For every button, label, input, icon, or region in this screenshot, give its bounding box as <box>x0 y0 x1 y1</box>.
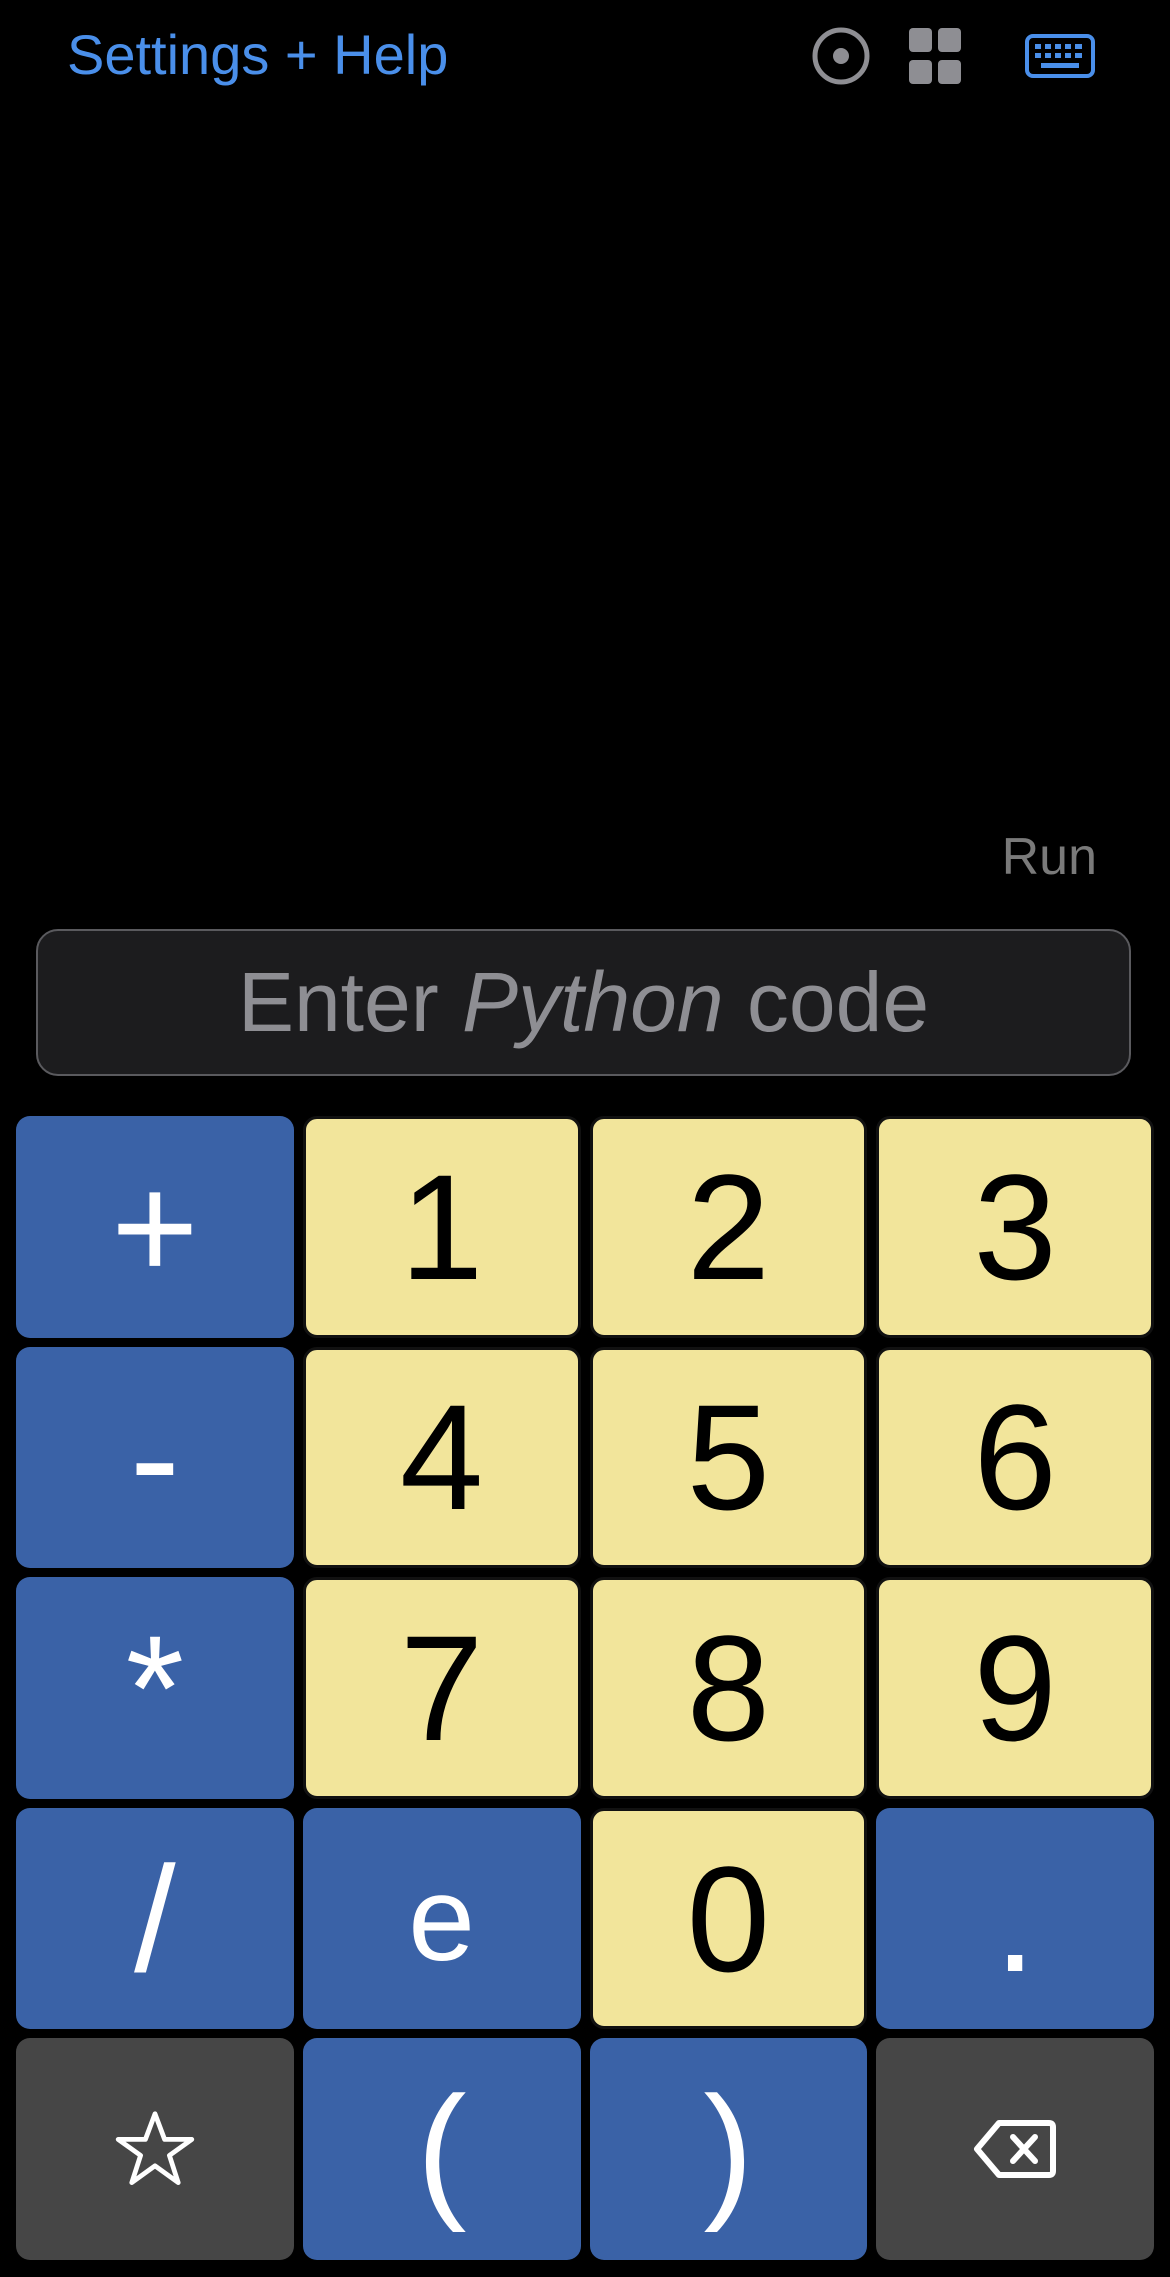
digit-7-key[interactable]: 7 <box>302 1577 581 1799</box>
minus-key[interactable]: - <box>16 1346 294 1569</box>
digit-3-key[interactable]: 3 <box>876 1116 1154 1338</box>
e-key[interactable]: e <box>302 1807 581 2030</box>
close-paren-key[interactable]: ) <box>589 2038 868 2260</box>
top-bar: Settings + Help <box>0 0 1170 110</box>
divide-key[interactable]: / <box>16 1807 294 2030</box>
calculator-screen: Settings + Help Run Enter Python code + … <box>0 0 1170 2277</box>
placeholder-prefix: Enter <box>237 955 463 1049</box>
digit-1-key[interactable]: 1 <box>302 1116 581 1338</box>
keypad: + 1 2 3 - 4 5 6 * 7 8 9 / e 0 . ( ) <box>16 1116 1154 2260</box>
digit-6-key[interactable]: 6 <box>876 1346 1154 1569</box>
digit-0-key[interactable]: 0 <box>589 1807 868 2030</box>
open-paren-key[interactable]: ( <box>302 2038 581 2260</box>
multiply-key[interactable]: * <box>16 1577 294 1799</box>
run-button[interactable]: Run <box>1002 822 1097 892</box>
backspace-key[interactable] <box>876 2038 1154 2260</box>
settings-help-link[interactable]: Settings + Help <box>67 20 448 90</box>
digit-2-key[interactable]: 2 <box>589 1116 868 1338</box>
dot-key[interactable]: . <box>876 1807 1154 2030</box>
backspace-icon <box>974 2120 1057 2179</box>
favorites-key[interactable] <box>16 2038 294 2260</box>
record-icon[interactable] <box>810 22 872 90</box>
star-icon <box>115 2111 195 2186</box>
code-input[interactable]: Enter Python code <box>36 929 1131 1076</box>
digit-8-key[interactable]: 8 <box>589 1577 868 1799</box>
placeholder-python: Python <box>462 955 724 1049</box>
plus-key[interactable]: + <box>16 1116 294 1338</box>
digit-9-key[interactable]: 9 <box>876 1577 1154 1799</box>
digit-4-key[interactable]: 4 <box>302 1346 581 1569</box>
placeholder-suffix: code <box>723 955 930 1049</box>
digit-5-key[interactable]: 5 <box>589 1346 868 1569</box>
keyboard-icon[interactable] <box>1024 22 1096 90</box>
grid-icon[interactable] <box>905 22 965 90</box>
